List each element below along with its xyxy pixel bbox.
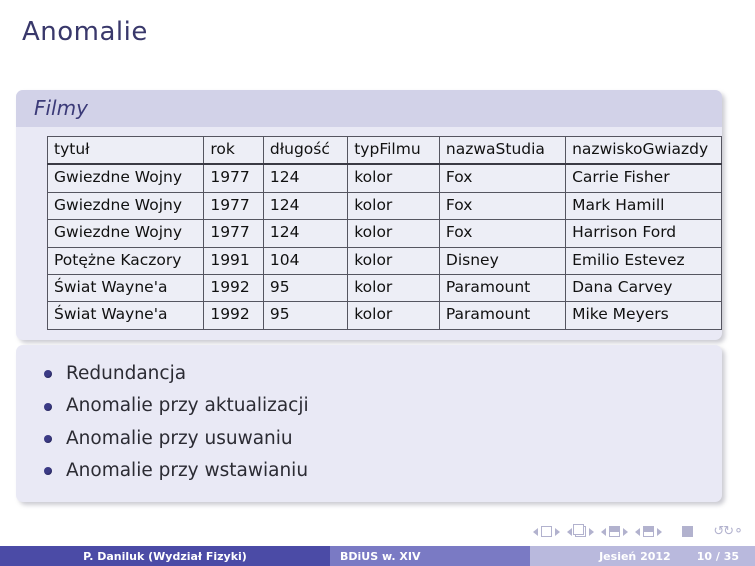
bullet-dot-icon bbox=[44, 370, 52, 379]
cell-nazwiskogwiazdy: Emilio Estevez bbox=[565, 246, 722, 275]
filmy-block-body: tytuł rok długość typFilmu nazwaStudia n… bbox=[16, 127, 722, 340]
table-row: Gwiezdne Wojny 1977 124 kolor Fox Mark H… bbox=[46, 191, 722, 221]
cell-nazwastudia: Fox bbox=[438, 219, 567, 248]
cell-dlugosc: 95 bbox=[262, 273, 349, 303]
slide-footer: P. Daniluk (Wydział Fizyki) BDiUS w. XIV… bbox=[0, 546, 755, 566]
cell-nazwastudia: Fox bbox=[438, 191, 567, 221]
cell-nazwiskogwiazdy: Dana Carvey bbox=[565, 273, 722, 303]
footer-author: P. Daniluk (Wydział Fizyki) bbox=[0, 546, 330, 566]
cell-nazwiskogwiazdy: Carrie Fisher bbox=[565, 163, 722, 193]
nav-next-slide-icon[interactable] bbox=[555, 527, 561, 536]
page-title: Anomalie bbox=[22, 17, 148, 47]
cell-nazwastudia: Paramount bbox=[438, 301, 567, 330]
cell-dlugosc: 95 bbox=[262, 301, 349, 330]
nav-document-icon[interactable] bbox=[682, 526, 694, 537]
nav-previous-subsection-icon[interactable] bbox=[601, 527, 607, 536]
nav-next-section-icon[interactable] bbox=[657, 527, 663, 536]
column-header-typfilmu: typFilmu bbox=[347, 136, 440, 166]
cell-dlugosc: 104 bbox=[262, 246, 349, 275]
cell-tytul: Świat Wayne'a bbox=[46, 301, 205, 330]
list-item-label: Anomalie przy aktualizacji bbox=[66, 395, 309, 417]
table-header-row: tytuł rok długość typFilmu nazwaStudia n… bbox=[46, 136, 722, 166]
anomalies-list: Redundancja Anomalie przy aktualizacji A… bbox=[16, 358, 722, 487]
cell-nazwastudia: Disney bbox=[438, 246, 567, 275]
cell-typfilmu: kolor bbox=[347, 273, 440, 303]
nav-back-forward-search-icon[interactable]: ↺↻⚬ bbox=[713, 524, 744, 539]
cell-rok: 1977 bbox=[203, 191, 264, 221]
cell-rok: 1977 bbox=[203, 219, 264, 248]
cell-nazwastudia: Fox bbox=[438, 163, 567, 193]
cell-dlugosc: 124 bbox=[262, 191, 349, 221]
anomalies-list-block: Redundancja Anomalie przy aktualizacji A… bbox=[16, 345, 722, 503]
cell-rok: 1992 bbox=[203, 301, 264, 330]
nav-next-frame-icon[interactable] bbox=[589, 527, 595, 536]
nav-section-group[interactable] bbox=[635, 526, 663, 537]
filmy-table: tytuł rok długość typFilmu nazwaStudia n… bbox=[46, 136, 722, 330]
bullet-dot-icon bbox=[44, 402, 52, 411]
column-header-rok: rok bbox=[203, 136, 264, 166]
cell-dlugosc: 124 bbox=[262, 163, 349, 193]
table-row: Potężne Kaczory 1991 104 kolor Disney Em… bbox=[46, 246, 722, 275]
nav-slide-group[interactable] bbox=[533, 526, 561, 537]
column-header-dlugosc: długość bbox=[262, 136, 349, 166]
list-item: Anomalie przy usuwaniu bbox=[44, 423, 722, 455]
list-item-label: Anomalie przy wstawianiu bbox=[66, 460, 309, 482]
bullet-dot-icon bbox=[44, 467, 52, 476]
cell-typfilmu: kolor bbox=[347, 191, 440, 221]
cell-tytul: Gwiezdne Wojny bbox=[46, 163, 205, 193]
cell-typfilmu: kolor bbox=[347, 246, 440, 275]
table-header: tytuł rok długość typFilmu nazwaStudia n… bbox=[46, 136, 722, 166]
list-item: Anomalie przy wstawianiu bbox=[44, 455, 722, 487]
footer-date: Jesień 2012 bbox=[599, 549, 671, 563]
column-header-tytul: tytuł bbox=[46, 136, 205, 166]
nav-subsection-group[interactable] bbox=[601, 526, 629, 537]
cell-nazwiskogwiazdy: Harrison Ford bbox=[565, 219, 722, 248]
cell-tytul: Gwiezdne Wojny bbox=[46, 219, 205, 248]
footer-subject: BDiUS w. XIV bbox=[330, 546, 530, 566]
table-body: Gwiezdne Wojny 1977 124 kolor Fox Carrie… bbox=[46, 163, 722, 330]
nav-frame-group[interactable] bbox=[567, 524, 595, 537]
nav-frame-icon[interactable] bbox=[573, 524, 587, 537]
list-item: Redundancja bbox=[44, 358, 722, 390]
anomalies-list-body: Redundancja Anomalie przy aktualizacji A… bbox=[16, 345, 722, 502]
column-header-nazwastudia: nazwaStudia bbox=[438, 136, 567, 166]
cell-nazwastudia: Paramount bbox=[438, 273, 567, 303]
cell-typfilmu: kolor bbox=[347, 301, 440, 330]
nav-section-icon[interactable] bbox=[643, 526, 655, 537]
nav-previous-section-icon[interactable] bbox=[635, 527, 641, 536]
cell-nazwiskogwiazdy: Mark Hamill bbox=[565, 191, 722, 221]
cell-tytul: Potężne Kaczory bbox=[46, 246, 205, 275]
table-row: Gwiezdne Wojny 1977 124 kolor Fox Harris… bbox=[46, 219, 722, 248]
cell-dlugosc: 124 bbox=[262, 219, 349, 248]
nav-next-subsection-icon[interactable] bbox=[623, 527, 629, 536]
cell-rok: 1992 bbox=[203, 273, 264, 303]
cell-tytul: Świat Wayne'a bbox=[46, 273, 205, 303]
cell-rok: 1977 bbox=[203, 163, 264, 193]
list-item-label: Redundancja bbox=[66, 363, 187, 384]
table-row: Świat Wayne'a 1992 95 kolor Paramount Da… bbox=[46, 273, 722, 303]
footer-right: Jesień 2012 10 / 35 bbox=[530, 546, 755, 566]
nav-subsection-icon[interactable] bbox=[609, 526, 621, 537]
column-header-nazwiskogwiazdy: nazwiskoGwiazdy bbox=[565, 136, 722, 166]
list-item-label: Anomalie przy usuwaniu bbox=[66, 427, 293, 449]
nav-previous-slide-icon[interactable] bbox=[533, 527, 539, 536]
cell-nazwiskogwiazdy: Mike Meyers bbox=[565, 301, 722, 330]
beamer-navigation-bar[interactable]: ↺↻⚬ bbox=[533, 524, 744, 539]
bullet-dot-icon bbox=[44, 434, 52, 443]
cell-tytul: Gwiezdne Wojny bbox=[46, 191, 205, 221]
table-row: Świat Wayne'a 1992 95 kolor Paramount Mi… bbox=[46, 301, 722, 330]
filmy-block: Filmy tytuł rok długość typFilmu nazwaSt… bbox=[16, 90, 722, 340]
filmy-block-title: Filmy bbox=[16, 90, 722, 127]
nav-slide-icon[interactable] bbox=[541, 526, 553, 537]
cell-typfilmu: kolor bbox=[347, 219, 440, 248]
cell-rok: 1991 bbox=[203, 246, 264, 275]
footer-page-number: 10 / 35 bbox=[696, 549, 739, 563]
list-item: Anomalie przy aktualizacji bbox=[44, 390, 722, 422]
nav-previous-frame-icon[interactable] bbox=[567, 527, 573, 536]
table-row: Gwiezdne Wojny 1977 124 kolor Fox Carrie… bbox=[46, 163, 722, 193]
cell-typfilmu: kolor bbox=[347, 163, 440, 193]
